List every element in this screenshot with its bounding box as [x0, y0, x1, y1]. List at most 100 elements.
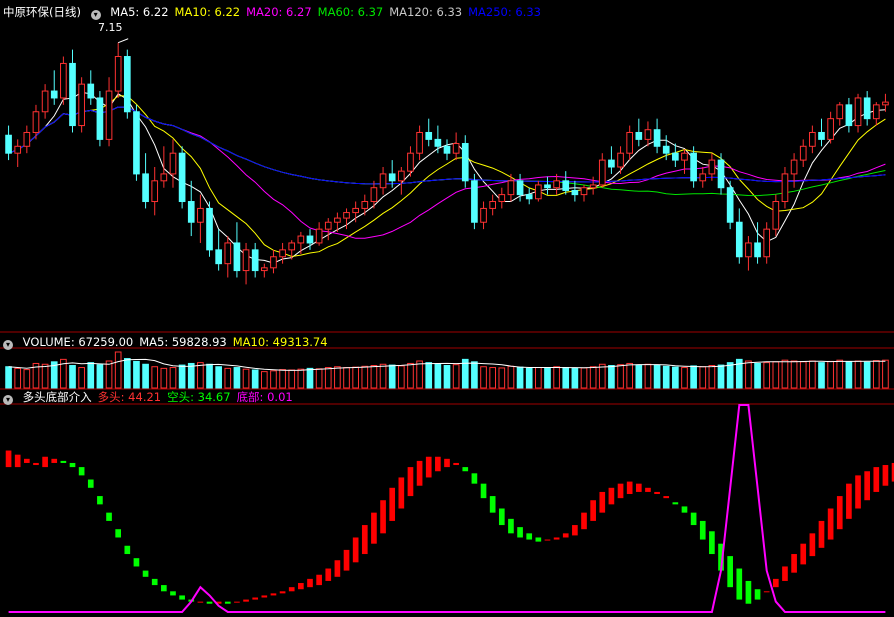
- candle-body: [480, 207, 487, 223]
- high-annotation-text: 7.15: [98, 21, 123, 34]
- ma-label-4: MA120: 6.33: [389, 5, 463, 19]
- indicator-bar: [407, 467, 414, 497]
- candle-body: [388, 173, 396, 182]
- volume-bar: [790, 360, 798, 389]
- indicator-bar: [252, 597, 259, 600]
- volume-bar: [872, 360, 880, 389]
- chart-svg[interactable]: [0, 0, 894, 614]
- indicator-bar: [754, 589, 761, 600]
- volume-bar: [754, 362, 761, 389]
- indicator-bar: [42, 456, 48, 468]
- volume-bar: [434, 363, 442, 389]
- candle-body: [416, 131, 423, 154]
- volume-bar: [617, 364, 624, 389]
- indicator-bar: [170, 591, 176, 596]
- volume-bar: [388, 364, 396, 389]
- indicator-bar: [197, 601, 204, 603]
- indicator-bar: [425, 456, 432, 478]
- candle-body: [608, 159, 615, 168]
- indicator-bar: [224, 601, 231, 604]
- candle-body: [571, 189, 579, 196]
- candle-body: [96, 97, 104, 140]
- candle-body: [279, 249, 286, 258]
- volume-bar: [452, 364, 460, 389]
- candle-body: [562, 180, 570, 191]
- indicator-bar: [836, 496, 843, 530]
- indicator-bar: [581, 512, 587, 530]
- volume-bar: [224, 367, 232, 389]
- indicator-bar: [60, 460, 67, 463]
- volume-label-0: VOLUME: 67259.00: [22, 335, 134, 349]
- indicator-bar: [206, 601, 213, 604]
- indicator-bar: [699, 520, 706, 540]
- indicator-label-1: 多头: 44.21: [97, 390, 162, 404]
- candle-body: [535, 184, 542, 200]
- indicator-bar: [51, 458, 58, 463]
- indicator-bar: [133, 558, 140, 567]
- ma-lines: [8, 91, 886, 264]
- volume-bar: [397, 365, 405, 389]
- indicator-bar: [635, 483, 642, 492]
- ma-label-5: MA250: 6.33: [468, 5, 541, 19]
- indicator-bar: [261, 595, 268, 598]
- collapse-icon[interactable]: ▾: [3, 340, 13, 350]
- indicator-bar: [307, 578, 313, 588]
- candle-body: [224, 242, 232, 265]
- volume-bar: [626, 362, 634, 389]
- candle-body: [662, 145, 670, 154]
- volume-bar: [142, 363, 149, 389]
- indicator-bar: [69, 462, 76, 468]
- volume-bar: [690, 365, 697, 389]
- candle-body: [754, 242, 761, 258]
- indicator-bar: [453, 462, 459, 466]
- volume-bar: [507, 365, 515, 389]
- volume-bar: [288, 369, 296, 389]
- candle-body: [544, 184, 551, 189]
- indicator-label-3: 底部: 0.01: [236, 390, 293, 404]
- candle-body: [60, 62, 67, 99]
- volume-bar: [96, 364, 104, 389]
- candle-body: [169, 152, 177, 175]
- volume-bar: [672, 366, 679, 389]
- candle-body: [525, 194, 533, 200]
- candle-body: [23, 131, 31, 147]
- candle-body: [799, 145, 807, 161]
- indicator-bar: [389, 487, 396, 521]
- volume-bar: [598, 363, 606, 389]
- indicator-bar: [489, 496, 496, 513]
- indicator-bar: [5, 450, 12, 468]
- collapse-icon[interactable]: ▾: [90, 10, 101, 20]
- ma-label-0: MA5: 6.22: [110, 5, 169, 19]
- volume-bar: [197, 362, 204, 389]
- indicator-bar: [343, 549, 350, 571]
- indicator-bar: [325, 568, 332, 581]
- candle-body: [516, 180, 524, 196]
- volume-bar: [544, 367, 551, 389]
- candle-body: [297, 235, 305, 244]
- candle-body: [151, 180, 159, 203]
- collapse-icon[interactable]: ▾: [3, 395, 13, 405]
- indicator-bar: [517, 527, 523, 538]
- volume-bar: [78, 367, 85, 389]
- volume-bar: [407, 362, 414, 389]
- candle-body: [160, 173, 168, 182]
- indicator-bar: [151, 578, 158, 586]
- indicator-bar: [288, 587, 295, 592]
- volume-bar: [535, 367, 542, 389]
- volume-bar: [772, 361, 780, 389]
- volume-bar: [324, 367, 332, 389]
- chart-stage[interactable]: 中原环保(日线) ▾ MA5: 6.22 MA10: 6.22 MA20: 6.27…: [0, 0, 894, 614]
- volume-bar: [562, 367, 570, 389]
- volume-bar: [260, 371, 268, 389]
- candle-body: [270, 256, 277, 269]
- indicator-bar: [882, 465, 889, 486]
- indicator-bar: [745, 580, 752, 604]
- candle-body: [471, 180, 478, 223]
- candle-body: [41, 90, 49, 113]
- candle-body: [397, 170, 405, 182]
- candle-body: [315, 228, 323, 244]
- volume-bar: [845, 361, 853, 389]
- candle-body: [334, 217, 341, 223]
- indicator-bar: [33, 462, 39, 466]
- volume-bar: [14, 367, 22, 389]
